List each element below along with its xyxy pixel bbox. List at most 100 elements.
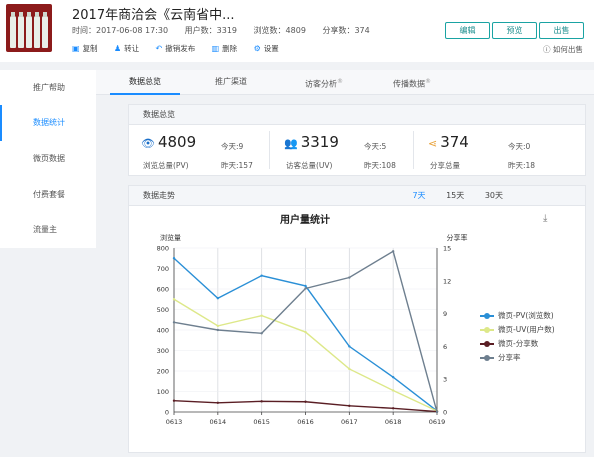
gear-icon: ⚙ — [253, 44, 261, 53]
sidebar-item-page-data[interactable]: 微页数据 — [0, 141, 96, 177]
legend-label: 微页-分享数 — [498, 339, 539, 348]
users-icon: 👥 — [284, 137, 298, 150]
publish-button[interactable]: 出售 — [539, 22, 584, 39]
preview-button[interactable]: 预览 — [492, 22, 537, 39]
sidebar-item-promo-help[interactable]: 推广帮助 — [0, 70, 96, 106]
stat-pv-label: 浏览总量(PV) — [143, 161, 189, 170]
left-axis-label: 浏览量 — [160, 233, 181, 242]
data-point — [172, 257, 176, 260]
range-7-days[interactable]: 7天 — [412, 191, 425, 200]
tab-badge: ® — [337, 78, 343, 85]
views-count-text: 浏览数：4809 — [253, 26, 306, 35]
stat-uv-value: 3319 — [300, 133, 339, 151]
trend-header: 数据走势 7天 15天 30天 — [129, 186, 585, 206]
data-point — [172, 321, 176, 324]
left-tick-label: 400 — [157, 327, 169, 335]
range-selector: 7天 15天 30天 — [394, 186, 503, 206]
stat-pv: 👁 4809 浏览总量(PV) 今天:9 昨天:157 — [129, 127, 269, 173]
action-bar: ▣ 复制 ♟ 转让 ↶ 撤销发布 ▥ 删除 ⚙ 设置 — [72, 43, 293, 54]
data-point — [172, 298, 176, 301]
copy-label: 复制 — [82, 44, 98, 53]
range-30-days[interactable]: 30天 — [485, 191, 503, 200]
tab-channels[interactable]: 推广渠道 — [196, 70, 266, 95]
data-point — [435, 410, 439, 414]
stat-uv-yesterday: 昨天:108 — [364, 161, 396, 170]
left-tick-label: 200 — [157, 368, 169, 376]
edit-button[interactable]: 编辑 — [445, 22, 490, 39]
overview-title: 数据总览 — [129, 105, 585, 125]
left-tick-label: 800 — [157, 245, 169, 253]
data-point — [260, 314, 263, 317]
left-tick-label: 500 — [157, 306, 169, 314]
tab-overview-label: 数据总览 — [129, 77, 161, 86]
data-point — [216, 401, 220, 404]
data-point — [391, 250, 395, 253]
transfer-action[interactable]: ♟ 转让 — [114, 43, 139, 54]
right-axis-label: 分享率 — [447, 233, 468, 242]
tab-badge: ® — [425, 78, 431, 85]
data-point — [348, 276, 351, 279]
legend-swatch — [480, 340, 494, 347]
page-header: 2017年商洽会《云南省中... 时间：2017-06-08 17:30 用户数… — [0, 0, 594, 62]
left-tick-label: 300 — [157, 347, 169, 355]
legend-item[interactable]: 微页-UV(用户数) — [480, 324, 555, 335]
tab-spread-data-label: 传播数据 — [393, 79, 425, 89]
unpublish-label: 撤销发布 — [165, 44, 196, 53]
chart-title: 用户量统计 — [279, 213, 330, 226]
time-text: 时间：2017-06-08 17:30 — [72, 26, 169, 35]
copy-action[interactable]: ▣ 复制 — [72, 43, 98, 54]
stat-uv-today: 今天:5 — [364, 142, 387, 151]
settings-action[interactable]: ⚙ 设置 — [254, 43, 279, 54]
howto-link[interactable]: ⓘ 如何出售 — [543, 44, 583, 55]
tab-visitor-analysis-label: 访客分析 — [305, 79, 337, 89]
right-tick-label: 6 — [443, 343, 447, 351]
x-tick-label: 0614 — [210, 418, 227, 426]
sidebar-item-paid-plans[interactable]: 付费套餐 — [0, 177, 96, 213]
howto-label: 如何出售 — [552, 45, 583, 54]
tab-bar: 数据总览 推广渠道 访客分析® 传播数据® — [96, 70, 594, 95]
data-point — [391, 407, 395, 410]
x-tick-label: 0615 — [253, 418, 270, 426]
range-15-days[interactable]: 15天 — [446, 191, 464, 200]
x-tick-label: 0618 — [385, 418, 402, 426]
user-icon: ♟ — [113, 44, 122, 53]
stat-shares-value: 374 — [440, 133, 469, 151]
tab-overview[interactable]: 数据总览 — [110, 70, 180, 95]
shares-count-text: 分享数：374 — [322, 26, 370, 35]
x-tick-label: 0616 — [297, 418, 314, 426]
tab-visitor-analysis[interactable]: 访客分析® — [284, 70, 364, 95]
share-icon: ⋖ — [428, 137, 438, 150]
sidebar-item-statistics[interactable]: 数据统计 — [0, 105, 96, 141]
data-point — [216, 328, 220, 332]
data-point — [304, 330, 307, 334]
legend-item[interactable]: 微页-分享数 — [480, 338, 538, 349]
left-tick-label: 0 — [165, 409, 169, 417]
right-tick-label: 15 — [443, 245, 451, 253]
right-tick-label: 9 — [443, 310, 447, 318]
legend-label: 微页-PV(浏览数) — [498, 311, 554, 320]
stat-shares-yesterday: 昨天:18 — [508, 161, 536, 170]
legend-swatch — [480, 326, 494, 333]
legend-swatch — [480, 354, 494, 361]
trash-icon: ▥ — [211, 44, 220, 53]
divider — [269, 131, 270, 169]
legend-item[interactable]: 微页-PV(浏览数) — [480, 310, 554, 321]
undo-icon: ↶ — [155, 44, 163, 53]
delete-action[interactable]: ▥ 删除 — [212, 43, 238, 54]
sidebar-item-traffic-owner[interactable]: 流量主 — [0, 212, 96, 248]
data-point — [216, 297, 220, 300]
right-tick-label: 3 — [443, 376, 447, 384]
users-count-text: 用户数：3319 — [184, 26, 237, 35]
data-point — [391, 389, 395, 392]
stat-shares: ⋖ 374 分享总量 今天:0 昨天:18 — [416, 127, 566, 173]
tab-channels-label: 推广渠道 — [215, 77, 247, 86]
legend-swatch — [480, 312, 494, 319]
stat-shares-today: 今天:0 — [508, 142, 531, 151]
overview-panel: 数据总览 👁 4809 浏览总量(PV) 今天:9 昨天:157 👥 3319 访客… — [128, 104, 586, 176]
unpublish-action[interactable]: ↶ 撤销发布 — [156, 43, 196, 54]
legend-item[interactable]: 分享率 — [480, 352, 521, 363]
campaign-thumbnail[interactable] — [6, 4, 52, 52]
right-tick-label: 0 — [443, 409, 447, 417]
tab-spread-data[interactable]: 传播数据® — [372, 70, 452, 95]
campaign-title: 2017年商洽会《云南省中... — [72, 8, 235, 23]
